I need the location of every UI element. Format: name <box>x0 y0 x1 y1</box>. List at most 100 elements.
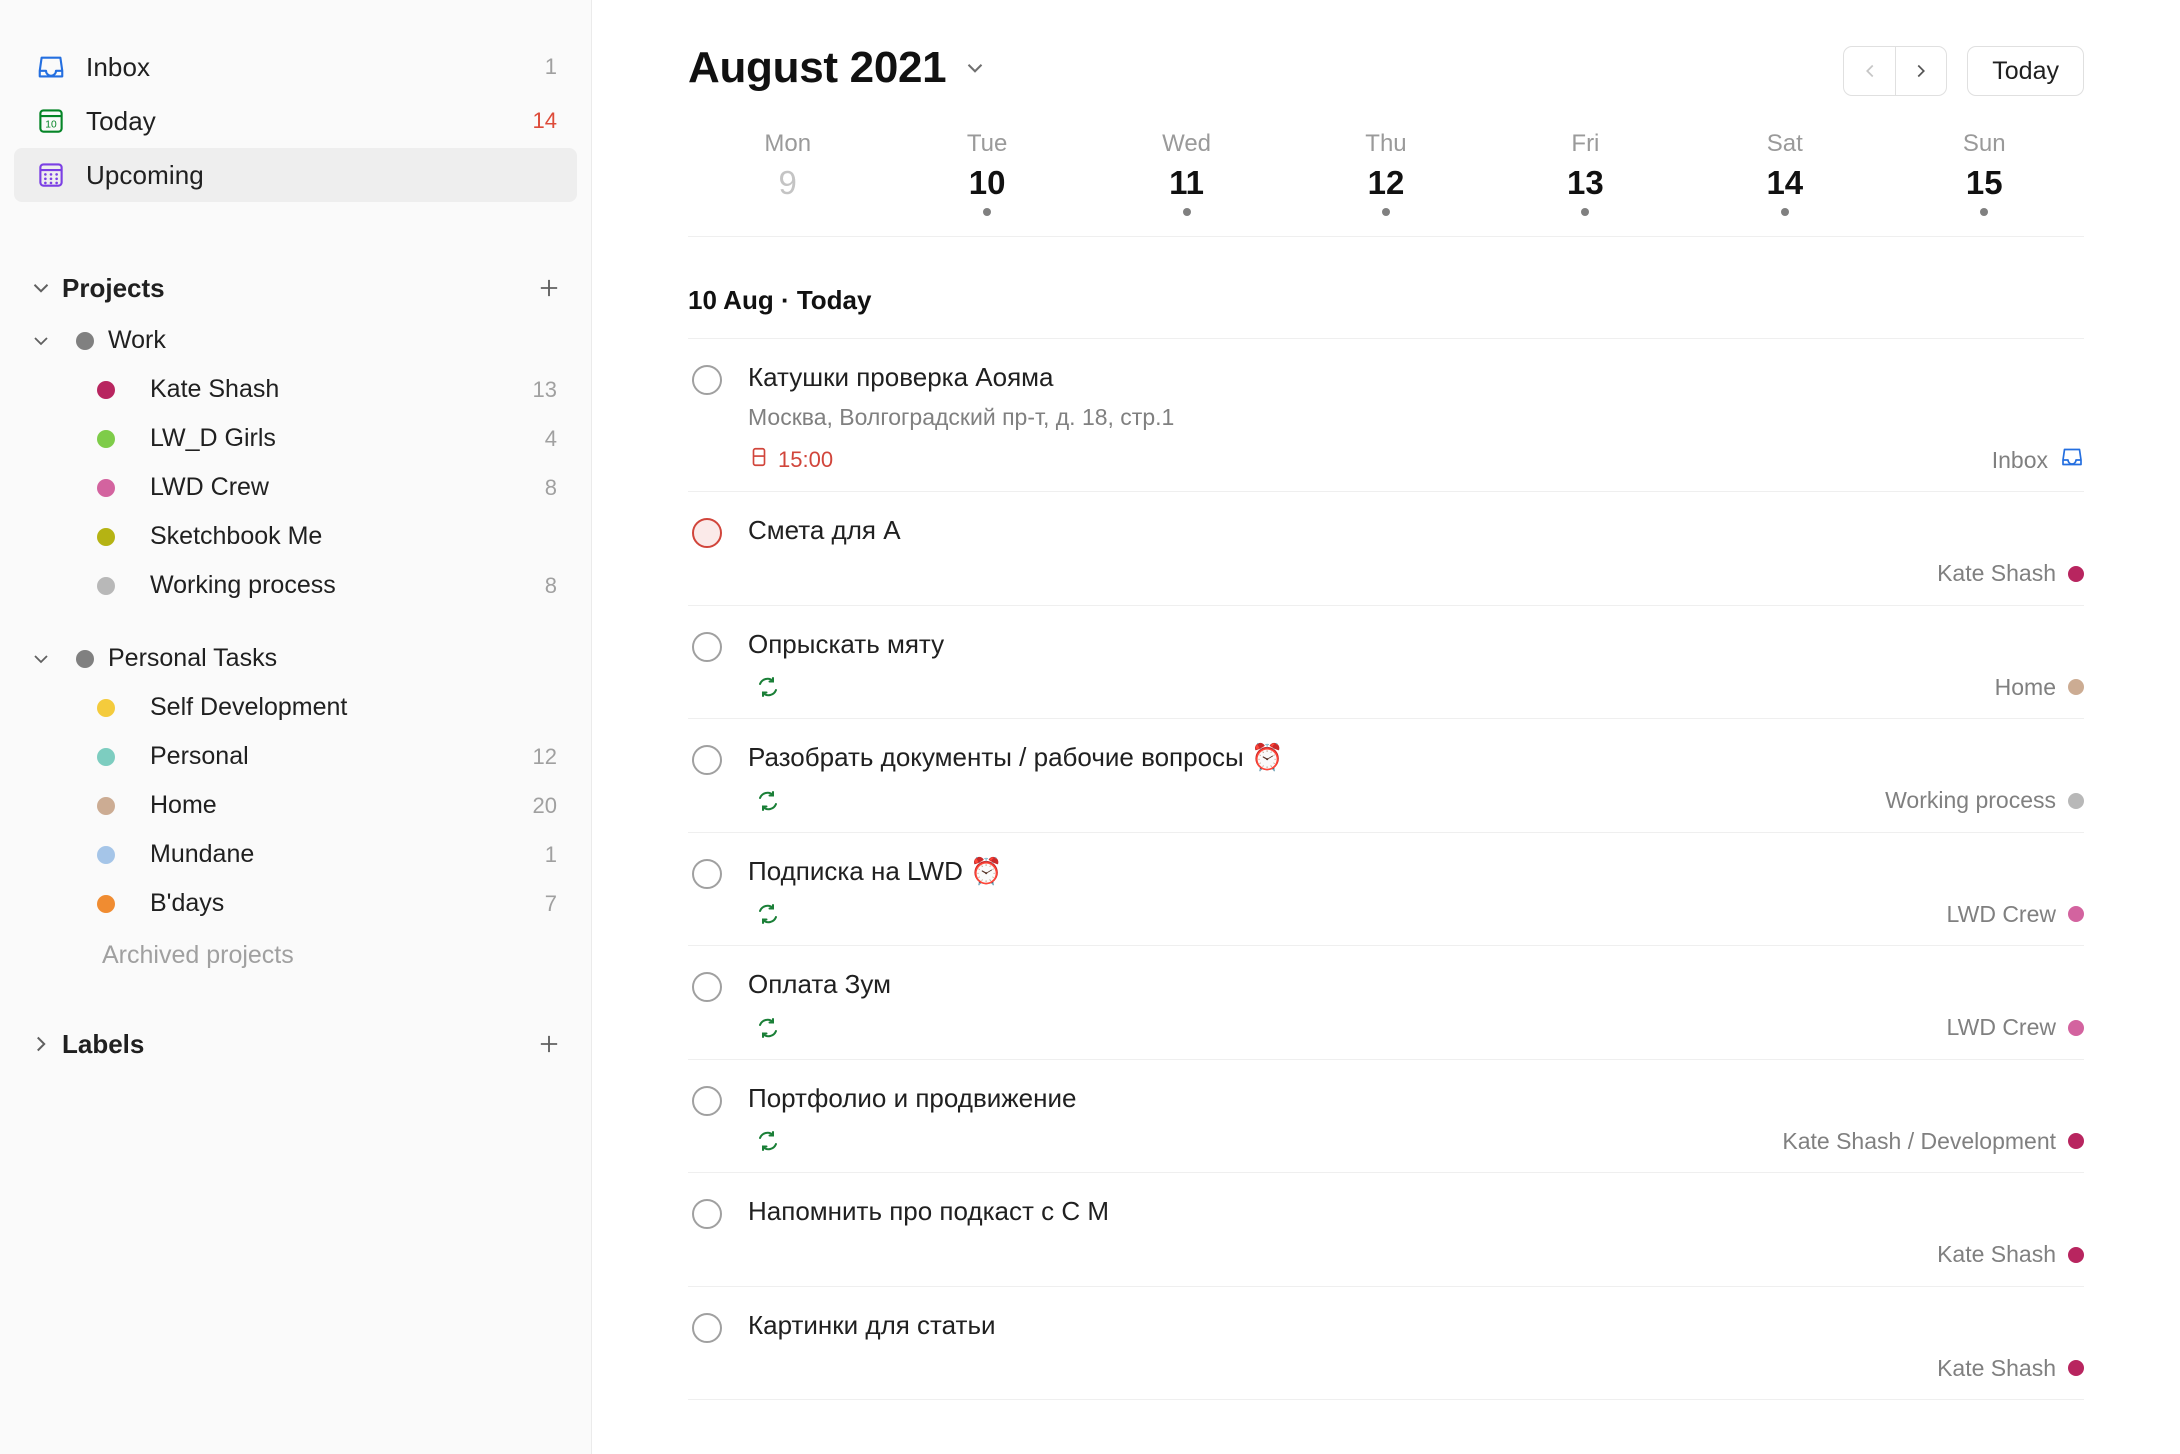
project-item-label: Working process <box>150 571 336 599</box>
project-color-dot <box>62 894 150 913</box>
week-day-indicator-dot <box>1182 207 1191 216</box>
task-project-tag[interactable]: Working process <box>1885 787 2084 814</box>
project-group-personal-tasks[interactable]: Personal Tasks <box>14 634 577 683</box>
project-color-dot <box>62 845 150 864</box>
project-color-dot <box>62 527 150 546</box>
project-item-label: Self Development <box>150 693 348 721</box>
task-checkbox[interactable] <box>692 518 722 549</box>
task-body: Оплата Зум LWD Crew <box>748 968 2084 1043</box>
task-project-tag[interactable]: LWD Crew <box>1947 1014 2084 1041</box>
week-day-number: 10 <box>968 164 1006 201</box>
task-checkbox[interactable] <box>692 1312 722 1343</box>
week-day-wed[interactable]: Wed 11 <box>1087 130 1286 216</box>
project-item-label: B'days <box>150 889 225 917</box>
project-item-personal[interactable]: Personal 12 <box>14 732 577 781</box>
project-item-home[interactable]: Home 20 <box>14 781 577 830</box>
project-item-lw-d-girls[interactable]: LW_D Girls 4 <box>14 414 577 463</box>
week-day-name: Fri <box>1571 130 1600 157</box>
recurring-icon <box>748 789 780 813</box>
task-checkbox[interactable] <box>692 364 722 395</box>
task-body: Напомнить про подкаст с С М Kate Shash <box>748 1195 2084 1270</box>
task-row[interactable]: Оплата Зум LWD Crew <box>688 946 2084 1060</box>
task-checkbox[interactable] <box>692 972 722 1003</box>
sidebar-item-today[interactable]: 10 Today 14 <box>14 94 577 148</box>
task-project-tag[interactable]: Kate Shash <box>1937 1241 2084 1268</box>
week-day-number: 14 <box>1766 164 1804 201</box>
project-item-sketchbook-me[interactable]: Sketchbook Me <box>14 512 577 561</box>
task-checkbox[interactable] <box>692 1199 722 1230</box>
project-item-count: 7 <box>544 890 557 916</box>
project-item-b-days[interactable]: B'days 7 <box>14 879 577 928</box>
archived-projects-link[interactable]: Archived projects <box>14 928 577 982</box>
week-day-number: 13 <box>1567 164 1604 201</box>
projects-list: Work Kate Shash 13 LW_D Girls 4 LWD Crew 8 Sket… <box>0 316 591 928</box>
sidebar-item-upcoming[interactable]: Upcoming <box>14 148 577 202</box>
task-row[interactable]: Катушки проверка Аояма Москва, Волгоградс… <box>688 339 2084 493</box>
task-meta: 15:00 Inbox <box>748 445 2084 475</box>
task-row[interactable]: Подписка на LWD ⏰ LWD Crew <box>688 833 2084 947</box>
week-strip: Mon 9 Tue 10 Wed 11 Thu 12 Fri 13 Sat 14 Sun 15 <box>688 130 2084 237</box>
project-color-dot <box>62 576 150 595</box>
week-day-mon[interactable]: Mon 9 <box>688 130 887 216</box>
inbox-icon <box>34 50 68 84</box>
labels-section-header[interactable]: Labels <box>14 1016 577 1072</box>
project-item-lwd-crew[interactable]: LWD Crew 8 <box>14 463 577 512</box>
week-day-thu[interactable]: Thu 12 <box>1286 130 1485 216</box>
task-project-tag[interactable]: Kate Shash <box>1937 560 2084 587</box>
task-row[interactable]: Опрыскать мяту Home <box>688 606 2084 720</box>
task-row[interactable]: Разобрать документы / рабочие вопросы ⏰ W… <box>688 719 2084 833</box>
task-project-tag[interactable]: LWD Crew <box>1947 901 2084 928</box>
task-project-tag[interactable]: Kate Shash <box>1937 1355 2084 1382</box>
task-project-tag[interactable]: Home <box>1995 674 2084 701</box>
sidebar-item-label: Inbox <box>86 51 151 82</box>
next-week-button[interactable] <box>1895 47 1946 95</box>
task-title: Смета для А <box>748 515 901 546</box>
project-group-work[interactable]: Work <box>14 316 577 365</box>
chevron-down-icon[interactable] <box>20 329 62 353</box>
task-checkbox[interactable] <box>692 1085 722 1116</box>
task-row[interactable]: Напомнить про подкаст с С М Kate Shash <box>688 1173 2084 1287</box>
task-due-time[interactable]: 15:00 <box>748 446 833 474</box>
task-row[interactable]: Портфолио и продвижение Kate Shash / Deve… <box>688 1060 2084 1174</box>
chevron-down-icon[interactable] <box>962 55 988 81</box>
add-label-button[interactable] <box>527 1022 571 1066</box>
sidebar-item-label: Today <box>86 105 156 136</box>
month-selector[interactable]: August 2021 <box>688 46 988 90</box>
task-checkbox[interactable] <box>692 858 722 889</box>
week-day-indicator-dot <box>1381 207 1390 216</box>
task-checkbox[interactable] <box>692 631 722 662</box>
projects-section-header[interactable]: Projects <box>14 260 577 316</box>
project-group-label: Work <box>108 326 166 354</box>
task-project-tag[interactable]: Kate Shash / Development <box>1782 1128 2084 1155</box>
task-meta: Kate Shash <box>748 1353 2084 1383</box>
chevron-right-icon[interactable] <box>20 1031 62 1057</box>
sidebar-item-inbox[interactable]: Inbox 1 <box>14 40 577 94</box>
task-checkbox[interactable] <box>692 745 722 776</box>
sidebar-item-count: 1 <box>544 54 557 79</box>
project-item-self-development[interactable]: Self Development <box>14 683 577 732</box>
project-color-dot <box>2068 1133 2084 1150</box>
project-color-dot <box>2068 565 2084 582</box>
chevron-down-icon[interactable] <box>20 275 62 301</box>
week-day-fri[interactable]: Fri 13 <box>1486 130 1685 216</box>
week-day-tue[interactable]: Tue 10 <box>887 130 1086 216</box>
task-project-tag[interactable]: Inbox <box>1992 445 2084 475</box>
day-section-header: 10 Aug · Today <box>688 237 2084 339</box>
task-title: Оплата Зум <box>748 969 891 1000</box>
task-row[interactable]: Картинки для статьи Kate Shash <box>688 1287 2084 1401</box>
today-button[interactable]: Today <box>1967 46 2084 96</box>
add-project-button[interactable] <box>527 266 571 310</box>
task-row[interactable]: Смета для А Kate Shash <box>688 492 2084 606</box>
task-meta: LWD Crew <box>748 899 2084 929</box>
week-day-sun[interactable]: Sun 15 <box>1885 130 2084 216</box>
project-item-working-process[interactable]: Working process 8 <box>14 561 577 610</box>
chevron-down-icon[interactable] <box>20 647 62 671</box>
week-day-indicator-dot <box>1980 207 1989 216</box>
project-item-kate-shash[interactable]: Kate Shash 13 <box>14 365 577 414</box>
task-meta: Kate Shash / Development <box>748 1126 2084 1156</box>
week-day-sat[interactable]: Sat 14 <box>1685 130 1884 216</box>
project-item-mundane[interactable]: Mundane 1 <box>14 830 577 879</box>
previous-week-button[interactable] <box>1844 47 1895 95</box>
